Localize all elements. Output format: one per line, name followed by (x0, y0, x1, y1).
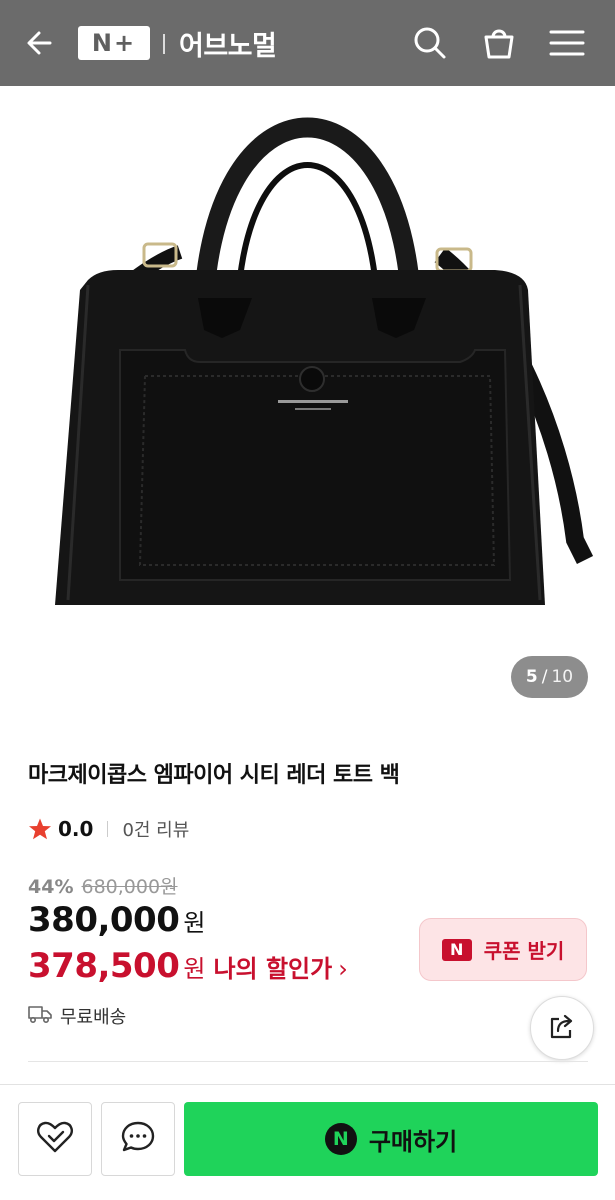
talk-talk-button[interactable] (101, 1102, 175, 1176)
buy-button[interactable]: N 구매하기 (184, 1102, 598, 1176)
sale-price-unit: 원 (183, 909, 206, 937)
naver-pay-icon: N (324, 1123, 357, 1155)
image-counter-current: 5 (525, 667, 538, 687)
heart-check-icon (36, 1119, 74, 1159)
discount-row: 44% 680,000원 (28, 872, 178, 899)
share-button[interactable] (530, 996, 594, 1060)
store-name[interactable]: 어브노멀 (179, 24, 277, 63)
chat-bubble-icon (120, 1119, 156, 1159)
image-counter: 5/10 (511, 656, 588, 698)
delivery-truck-icon (28, 1004, 52, 1028)
my-discount-price: 378,500 (28, 946, 180, 986)
header-divider (163, 34, 165, 54)
search-icon[interactable] (411, 24, 449, 62)
image-counter-total: 10 (551, 667, 574, 687)
original-price: 680,000원 (81, 876, 178, 898)
image-counter-separator: / (541, 667, 548, 687)
shopping-bag-icon[interactable] (480, 24, 518, 62)
back-arrow-icon[interactable] (22, 25, 58, 61)
my-discount-label: 나의 할인가 (213, 955, 333, 983)
rating-divider (107, 821, 109, 837)
my-discount-price-link[interactable]: 378,500 원 나의 할인가 › (28, 946, 348, 986)
product-title: 마크제이콥스 엠파이어 시티 레더 토트 백 (28, 763, 400, 788)
naver-coupon-icon: N (441, 938, 472, 961)
coupon-label: 쿠폰 받기 (483, 939, 565, 963)
coupon-button[interactable]: N 쿠폰 받기 (419, 918, 587, 981)
shipping-label: 무료배송 (60, 1007, 127, 1028)
share-icon (547, 1011, 577, 1045)
buy-label: 구매하기 (368, 1127, 458, 1156)
my-discount-price-unit: 원 (183, 955, 206, 983)
top-bar: N+ 어브노멀 (0, 0, 615, 86)
rating-row[interactable]: 0.0 0건 리뷰 (28, 815, 189, 843)
discount-rate: 44% (28, 876, 74, 898)
naver-plus-logo[interactable]: N+ (78, 26, 150, 60)
menu-icon[interactable] (548, 24, 586, 62)
review-count[interactable]: 0건 리뷰 (122, 816, 189, 842)
product-image[interactable]: 5/10 (0, 86, 615, 722)
chevron-right-icon: › (338, 955, 348, 983)
price-row: 380,000 원 (28, 900, 205, 940)
shipping-info: 무료배송 (28, 1003, 126, 1029)
sale-price: 380,000 (28, 900, 180, 940)
section-divider (28, 1061, 588, 1062)
bottom-action-bar: N 구매하기 (0, 1084, 615, 1200)
wishlist-button[interactable] (18, 1102, 92, 1176)
rating-value: 0.0 (58, 817, 94, 841)
star-icon (28, 817, 52, 841)
